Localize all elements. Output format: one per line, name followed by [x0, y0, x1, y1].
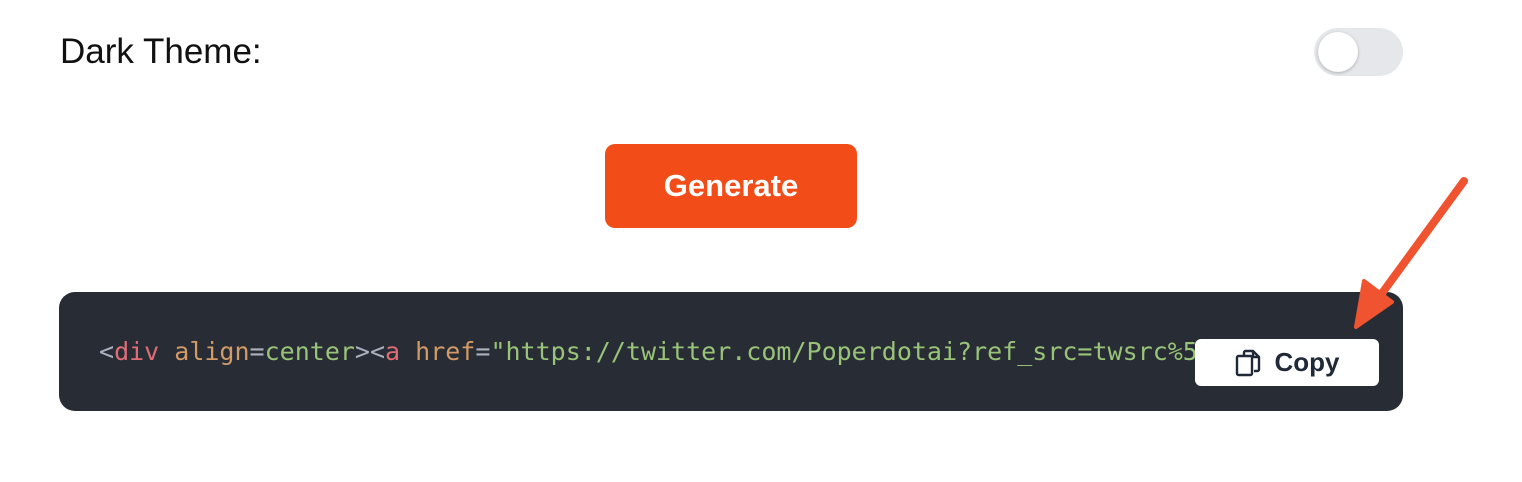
code-line: <div align=center><a href="https://twitt…: [99, 334, 1379, 370]
code-token: href: [415, 337, 476, 366]
code-output-block: <div align=center><a href="https://twitt…: [59, 292, 1403, 411]
code-token: <: [99, 337, 115, 366]
code-token: =: [475, 337, 491, 366]
dark-theme-label: Dark Theme:: [60, 32, 262, 71]
code-token: a: [385, 337, 401, 366]
code-token: "https://twitter.com/Poperdotai?ref_src=…: [490, 337, 1274, 366]
code-token: div: [114, 337, 160, 366]
code-token: ><: [354, 337, 386, 366]
copy-button-label: Copy: [1274, 347, 1340, 377]
copy-button[interactable]: Copy: [1195, 339, 1379, 386]
code-token: center: [264, 337, 355, 366]
code-token: =: [249, 337, 265, 366]
code-token: align: [174, 337, 250, 366]
copy-icon: [1235, 349, 1261, 377]
dark-theme-toggle[interactable]: [1314, 28, 1403, 76]
toggle-knob: [1318, 32, 1358, 72]
generate-button[interactable]: Generate: [605, 144, 857, 228]
embed-generator-panel: Dark Theme: Generate <div align=center><…: [0, 0, 1522, 482]
